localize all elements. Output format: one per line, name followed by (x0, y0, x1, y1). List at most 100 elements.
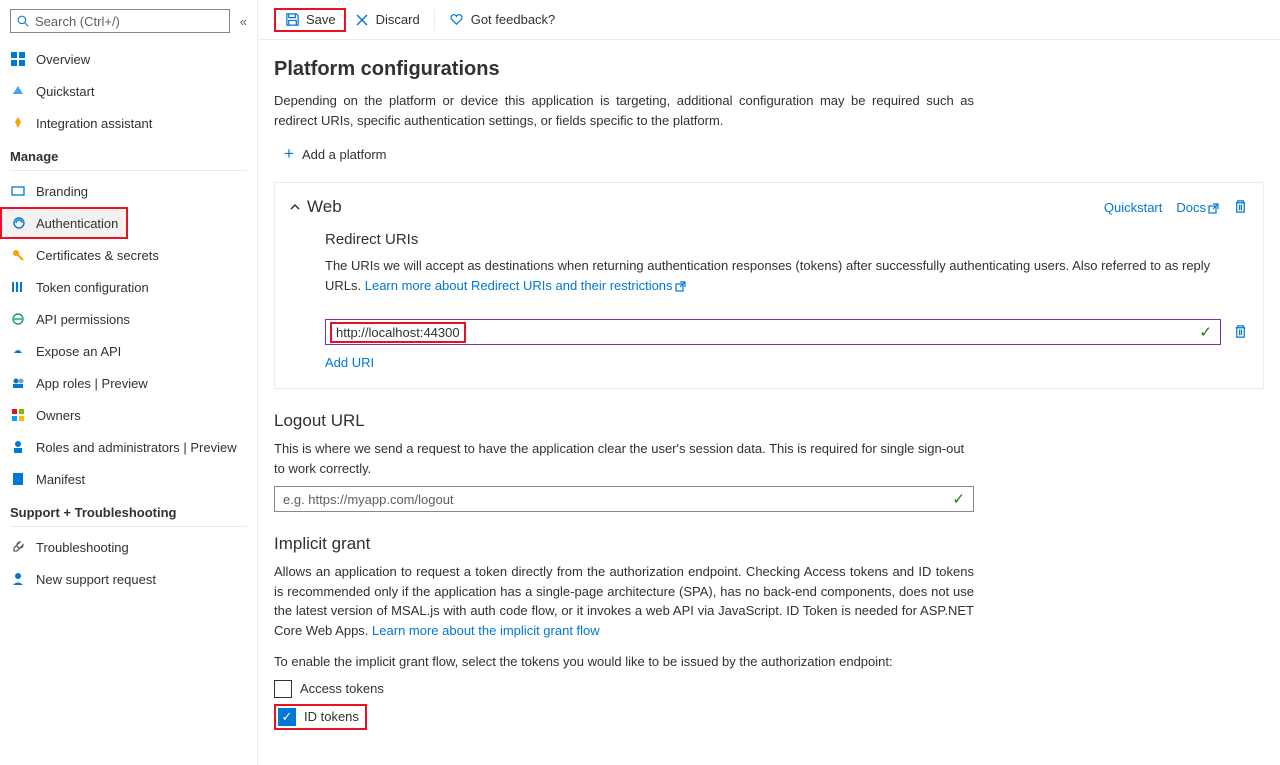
logout-title: Logout URL (274, 411, 974, 431)
sidebar-item-label: Troubleshooting (36, 540, 129, 555)
search-icon (17, 15, 29, 27)
redirect-uri-value: http://localhost:44300 (336, 325, 460, 340)
sidebar-item-label: Quickstart (36, 84, 95, 99)
support-icon (10, 572, 26, 586)
auth-icon (12, 216, 26, 230)
sidebar-item-certificates[interactable]: Certificates & secrets (0, 239, 257, 271)
sidebar: Search (Ctrl+/) « Overview Quickstart In… (0, 0, 258, 765)
logout-url-input[interactable]: e.g. https://myapp.com/logout ✓ (274, 486, 974, 512)
owners-icon (10, 408, 26, 422)
sidebar-item-label: Certificates & secrets (36, 248, 159, 263)
api-perm-icon (10, 312, 26, 326)
add-platform-button[interactable]: + Add a platform (284, 144, 386, 164)
save-button[interactable]: Save (274, 8, 346, 32)
sidebar-item-label: Expose an API (36, 344, 121, 359)
branding-icon (10, 184, 26, 198)
sidebar-item-app-roles[interactable]: App roles | Preview (0, 367, 257, 399)
web-title: Web (307, 197, 1104, 217)
sidebar-item-overview[interactable]: Overview (0, 43, 257, 75)
sidebar-item-manifest[interactable]: Manifest (0, 463, 257, 495)
redirect-learn-link[interactable]: Learn more about Redirect URIs and their… (365, 278, 686, 293)
feedback-button[interactable]: Got feedback? (441, 8, 564, 32)
save-label: Save (306, 12, 336, 27)
separator (434, 9, 435, 31)
sidebar-item-label: Integration assistant (36, 116, 152, 131)
overview-icon (10, 52, 26, 66)
plus-icon: + (284, 144, 294, 164)
expose-icon (10, 344, 26, 358)
main-content: Save Discard Got feedback? Platform conf… (258, 0, 1280, 765)
search-placeholder: Search (Ctrl+/) (35, 14, 120, 29)
delete-uri-button[interactable] (1233, 324, 1249, 340)
logout-placeholder: e.g. https://myapp.com/logout (283, 492, 454, 507)
chevron-down-icon[interactable] (289, 201, 307, 213)
redirect-uri-input[interactable]: http://localhost:44300 ✓ (325, 319, 1221, 345)
manifest-icon (10, 472, 26, 486)
divider (10, 526, 247, 527)
sidebar-item-label: Authentication (36, 216, 118, 231)
logout-desc: This is where we send a request to have … (274, 439, 974, 478)
redirect-title: Redirect URIs (325, 231, 1249, 248)
sidebar-item-roles-admins[interactable]: Roles and administrators | Preview (0, 431, 257, 463)
sidebar-item-label: Roles and administrators | Preview (36, 440, 237, 455)
sidebar-item-expose-api[interactable]: Expose an API (0, 335, 257, 367)
sidebar-item-label: Token configuration (36, 280, 149, 295)
sidebar-item-integration[interactable]: Integration assistant (0, 107, 257, 139)
sidebar-item-label: Owners (36, 408, 81, 423)
rocket-icon (10, 116, 26, 130)
add-uri-link[interactable]: Add URI (325, 355, 374, 370)
section-manage: Manage (0, 139, 257, 170)
delete-platform-button[interactable] (1233, 199, 1249, 215)
save-icon (284, 12, 300, 28)
check-icon: ✓ (1199, 323, 1212, 341)
web-docs-link[interactable]: Docs (1176, 200, 1219, 215)
sidebar-item-label: API permissions (36, 312, 130, 327)
section-support: Support + Troubleshooting (0, 495, 257, 526)
admin-icon (10, 440, 26, 454)
token-icon (10, 280, 26, 294)
sidebar-item-owners[interactable]: Owners (0, 399, 257, 431)
toolbar: Save Discard Got feedback? (258, 0, 1280, 40)
sidebar-item-api-permissions[interactable]: API permissions (0, 303, 257, 335)
quickstart-icon (10, 84, 26, 98)
wrench-icon (10, 540, 26, 554)
sidebar-item-label: App roles | Preview (36, 376, 148, 391)
access-tokens-checkbox[interactable] (274, 680, 292, 698)
sidebar-item-label: Manifest (36, 472, 85, 487)
sidebar-item-label: Branding (36, 184, 88, 199)
roles-icon (10, 376, 26, 390)
web-platform-card: Web Quickstart Docs Redirect URIs The UR… (274, 182, 1264, 389)
logout-section: Logout URL This is where we send a reque… (274, 411, 974, 512)
feedback-label: Got feedback? (471, 12, 556, 27)
add-platform-label: Add a platform (302, 147, 387, 162)
redirect-desc: The URIs we will accept as destinations … (325, 256, 1249, 295)
sidebar-item-new-support[interactable]: New support request (0, 563, 257, 595)
heart-icon (449, 12, 465, 28)
id-tokens-checkbox[interactable]: ✓ (278, 708, 296, 726)
divider (10, 170, 247, 171)
sidebar-item-quickstart[interactable]: Quickstart (0, 75, 257, 107)
web-quickstart-link[interactable]: Quickstart (1104, 200, 1163, 215)
check-icon: ✓ (952, 490, 965, 508)
collapse-sidebar-icon[interactable]: « (240, 14, 247, 29)
implicit-desc: Allows an application to request a token… (274, 562, 974, 640)
search-input[interactable]: Search (Ctrl+/) (10, 9, 230, 33)
implicit-section: Implicit grant Allows an application to … (274, 534, 974, 730)
sidebar-item-authentication[interactable]: Authentication (0, 207, 128, 239)
key-icon (10, 248, 26, 262)
sidebar-item-token-config[interactable]: Token configuration (0, 271, 257, 303)
page-title: Platform configurations (274, 58, 1264, 81)
implicit-learn-link[interactable]: Learn more about the implicit grant flow (372, 623, 600, 638)
access-tokens-label: Access tokens (300, 681, 384, 696)
id-tokens-label: ID tokens (304, 709, 359, 724)
discard-label: Discard (376, 12, 420, 27)
implicit-title: Implicit grant (274, 534, 974, 554)
implicit-enable-text: To enable the implicit grant flow, selec… (274, 652, 974, 672)
sidebar-item-label: New support request (36, 572, 156, 587)
page-intro: Depending on the platform or device this… (274, 91, 974, 130)
sidebar-item-troubleshooting[interactable]: Troubleshooting (0, 531, 257, 563)
close-icon (354, 12, 370, 28)
sidebar-item-branding[interactable]: Branding (0, 175, 257, 207)
discard-button[interactable]: Discard (346, 8, 428, 32)
sidebar-item-label: Overview (36, 52, 90, 67)
